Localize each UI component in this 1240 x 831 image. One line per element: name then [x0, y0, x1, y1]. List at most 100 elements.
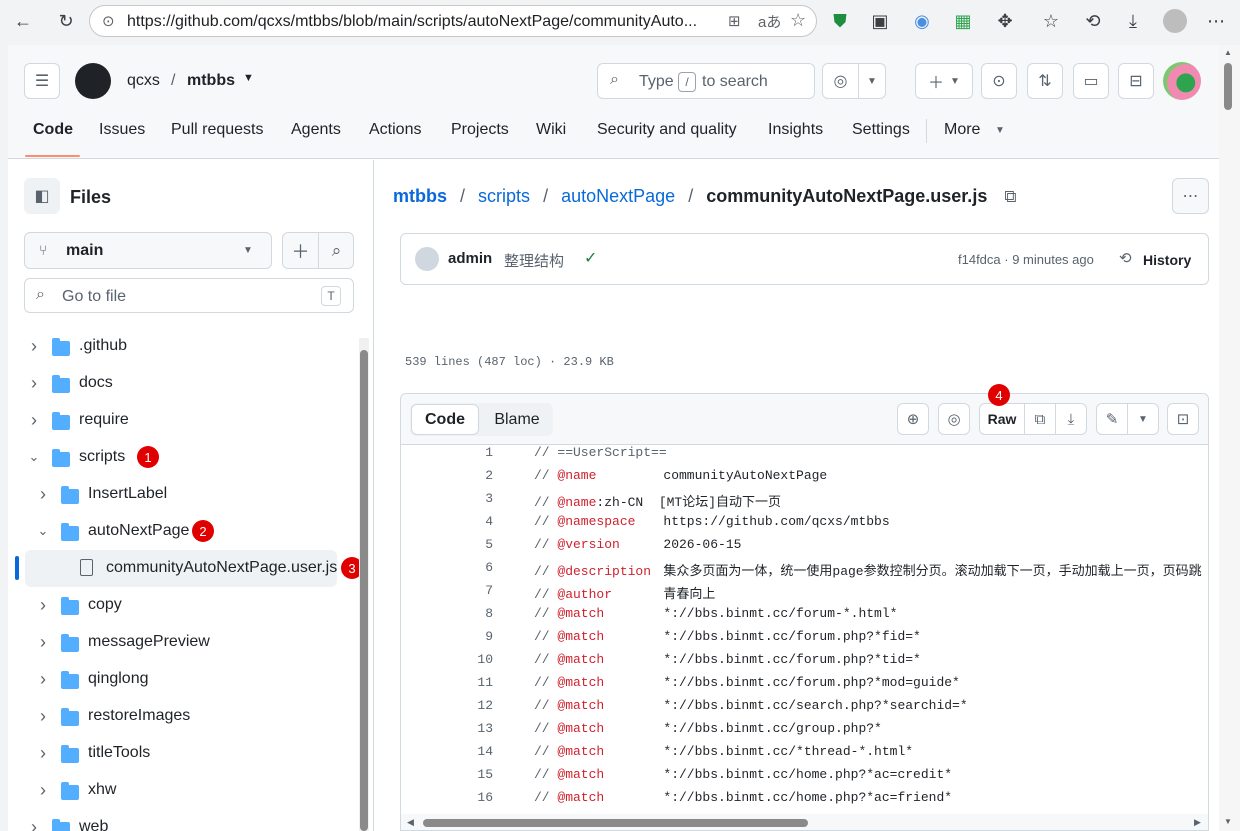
app-icon[interactable]: ⊞ — [728, 12, 741, 30]
line-number[interactable]: 10 — [401, 652, 493, 667]
address-bar[interactable]: ⊙ https://github.com/qcxs/mtbbs/blob/mai… — [89, 5, 817, 37]
sidebar-scrollbar[interactable] — [359, 338, 369, 831]
tab-security[interactable]: Security and quality — [597, 121, 737, 139]
user-avatar[interactable] — [1163, 62, 1201, 100]
downloads-icon[interactable]: ⤓ — [1118, 7, 1148, 35]
pull-requests-icon[interactable]: ⇅ — [1027, 63, 1063, 99]
tab-code[interactable]: Code — [33, 121, 73, 139]
tree-folder[interactable]: › titleTools — [24, 735, 346, 772]
scroll-right-icon[interactable]: ▶ — [1194, 817, 1201, 828]
tab-pull-requests[interactable]: Pull requests — [171, 121, 264, 139]
favorite-star-icon[interactable]: ☆ — [790, 10, 806, 31]
page-scrollbar-thumb[interactable] — [1224, 63, 1232, 110]
blame-view-tab[interactable]: Blame — [484, 404, 550, 435]
repositories-icon[interactable]: ▭ — [1073, 63, 1109, 99]
tree-folder[interactable]: › qinglong — [24, 661, 346, 698]
chevron-right-icon[interactable]: › — [37, 706, 49, 726]
tree-folder[interactable]: › web — [24, 809, 346, 831]
chevron-right-icon[interactable]: › — [37, 780, 49, 800]
tab-wiki[interactable]: Wiki — [536, 121, 566, 139]
chevron-right-icon[interactable]: › — [37, 595, 49, 615]
download-raw-icon[interactable]: ⤓ — [1055, 403, 1087, 435]
commit-hash-time[interactable]: f14fdca · 9 minutes ago — [958, 252, 1094, 267]
author-avatar[interactable] — [415, 247, 439, 271]
extensions-puzzle-icon[interactable]: ✥ — [990, 7, 1020, 35]
tree-file[interactable]: communityAutoNextPage.user.js 3 — [15, 550, 363, 587]
copilot-ask-icon[interactable]: ◎ — [938, 403, 970, 435]
extension-circle-icon[interactable]: ◉ — [907, 7, 937, 35]
search-input[interactable]: ⌕ Type / to search — [597, 63, 815, 99]
inbox-icon[interactable]: ⊟ — [1118, 63, 1154, 99]
line-number[interactable]: 3 — [401, 491, 493, 506]
sidebar-scrollbar-thumb[interactable] — [360, 350, 368, 831]
line-number[interactable]: 14 — [401, 744, 493, 759]
line-number[interactable]: 4 — [401, 514, 493, 529]
chevron-right-icon[interactable]: › — [28, 373, 40, 393]
hamburger-menu-icon[interactable]: ☰ — [24, 63, 60, 99]
tab-insights[interactable]: Insights — [768, 121, 823, 139]
line-number[interactable]: 1 — [401, 445, 493, 460]
scroll-down-icon[interactable]: ▼ — [1224, 817, 1232, 826]
back-icon[interactable]: ← — [8, 7, 38, 35]
symbols-panel-icon[interactable]: ⊡ — [1167, 403, 1199, 435]
line-number[interactable]: 15 — [401, 767, 493, 782]
line-number[interactable]: 5 — [401, 537, 493, 552]
more-options-icon[interactable]: ⋯ — [1172, 178, 1209, 214]
copy-raw-icon[interactable]: ⧉ — [1024, 403, 1056, 435]
page-scrollbar[interactable]: ▲ ▼ — [1219, 45, 1240, 831]
code-view-tab[interactable]: Code — [411, 404, 479, 435]
tree-folder[interactable]: › restoreImages — [24, 698, 346, 735]
history-button[interactable]: History — [1143, 252, 1191, 268]
site-info-icon[interactable]: ⊙ — [102, 12, 115, 30]
breadcrumb-repo[interactable]: mtbbs — [393, 186, 447, 206]
favorites-icon[interactable]: ☆ — [1036, 7, 1066, 35]
github-logo-icon[interactable] — [75, 63, 111, 99]
more-menu-icon[interactable]: ⋯ — [1201, 7, 1231, 35]
copilot-icon[interactable]: ◎ — [822, 63, 859, 99]
tab-settings[interactable]: Settings — [852, 121, 910, 139]
tree-folder[interactable]: › docs — [24, 365, 346, 402]
commit-author[interactable]: admin — [448, 250, 492, 267]
tab-projects[interactable]: Projects — [451, 121, 509, 139]
issues-icon[interactable]: ⊙ — [981, 63, 1017, 99]
repo-name-link[interactable]: mtbbs — [187, 72, 235, 90]
shield-extension-icon[interactable]: ⛊ — [825, 7, 855, 35]
edit-file-icon[interactable]: ✎ — [1096, 403, 1128, 435]
collapse-sidebar-icon[interactable]: ◧ — [24, 178, 60, 214]
line-number[interactable]: 16 — [401, 790, 493, 805]
line-number[interactable]: 13 — [401, 721, 493, 736]
scroll-left-icon[interactable]: ◀ — [407, 817, 414, 828]
chevron-right-icon[interactable]: › — [37, 632, 49, 652]
search-files-icon[interactable]: ⌕ — [319, 233, 354, 268]
history-icon[interactable]: ⟲ — [1078, 7, 1108, 35]
line-number[interactable]: 6 — [401, 560, 493, 575]
scroll-up-icon[interactable]: ▲ — [1224, 48, 1232, 57]
copy-path-icon[interactable]: ⧉ — [1004, 187, 1016, 206]
go-to-file-input[interactable]: ⌕ Go to file T — [24, 278, 354, 313]
line-number[interactable]: 9 — [401, 629, 493, 644]
tree-folder[interactable]: › InsertLabel — [24, 476, 346, 513]
add-file-icon[interactable]: ＋ — [283, 233, 319, 268]
more-dropdown-icon[interactable]: ▼ — [995, 125, 1005, 136]
open-in-folder-icon[interactable]: ⊕ — [897, 403, 929, 435]
line-number[interactable]: 7 — [401, 583, 493, 598]
branch-selector[interactable]: ⑂ main ▼ — [24, 232, 272, 269]
chevron-right-icon[interactable]: › — [28, 817, 40, 831]
tree-folder[interactable]: › .github — [24, 328, 346, 365]
tree-folder[interactable]: ⌄ autoNextPage 2 — [24, 513, 346, 550]
translate-icon[interactable]: aあ — [758, 11, 781, 32]
commit-message[interactable]: 整理结构 — [504, 250, 564, 271]
tab-more[interactable]: More — [944, 121, 980, 139]
extension-icon[interactable]: ▣ — [865, 7, 895, 35]
repo-owner-link[interactable]: qcxs — [127, 72, 160, 90]
tree-folder[interactable]: › messagePreview — [24, 624, 346, 661]
chevron-down-icon[interactable]: ⌄ — [37, 523, 49, 538]
repo-dropdown-icon[interactable]: ▼ — [243, 72, 254, 84]
line-number[interactable]: 11 — [401, 675, 493, 690]
code-hscrollbar[interactable]: ◀ ▶ — [401, 814, 1208, 830]
breadcrumb-autonextpage[interactable]: autoNextPage — [561, 186, 675, 206]
tab-issues[interactable]: Issues — [99, 121, 145, 139]
breadcrumb-scripts[interactable]: scripts — [478, 186, 530, 206]
chevron-right-icon[interactable]: › — [28, 336, 40, 356]
copilot-dropdown-icon[interactable]: ▼ — [858, 63, 886, 99]
